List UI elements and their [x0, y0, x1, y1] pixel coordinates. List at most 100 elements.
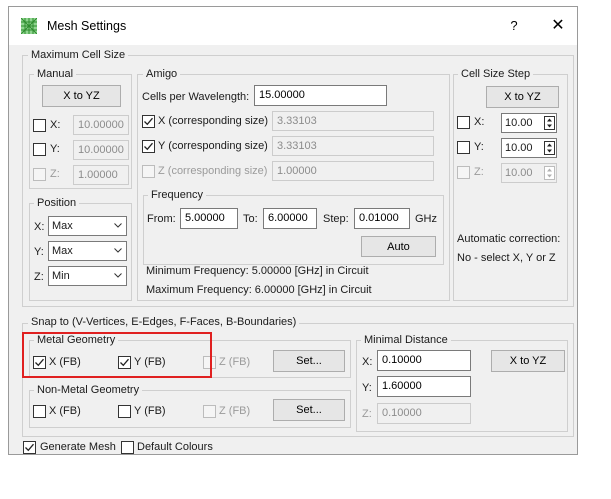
position-x-value: Max: [52, 220, 73, 232]
nonmetal-z-checkbox[interactable]: [203, 405, 216, 418]
step-z-label: Z:: [474, 166, 484, 178]
title-bar: Mesh Settings ? ✕: [9, 7, 577, 45]
freq-to-field[interactable]: 6.00000: [263, 208, 317, 229]
position-y-select[interactable]: Max: [48, 241, 127, 261]
frequency-label: Frequency: [148, 189, 206, 202]
position-y-value: Max: [52, 245, 73, 257]
freq-step-field[interactable]: 0.01000: [354, 208, 410, 229]
spin-arrows-icon: [544, 166, 555, 180]
metal-set-button[interactable]: Set...: [273, 350, 345, 372]
freq-from-label: From:: [147, 213, 176, 225]
step-x-to-yz-button[interactable]: X to YZ: [486, 86, 559, 108]
freq-from-field[interactable]: 5.00000: [180, 208, 238, 229]
manual-z-field[interactable]: 1.00000: [73, 165, 129, 185]
checkmark-icon: [25, 443, 34, 452]
step-y-label: Y:: [474, 141, 484, 153]
amigo-z-field[interactable]: 1.00000: [272, 161, 434, 181]
cells-per-wavelength-label: Cells per Wavelength:: [142, 91, 250, 103]
step-z-checkbox[interactable]: [457, 166, 470, 179]
manual-z-checkbox[interactable]: [33, 168, 46, 181]
freq-unit-label: GHz: [415, 213, 437, 225]
position-z-label: Z:: [34, 271, 44, 283]
chevron-down-icon: [114, 223, 122, 228]
step-y-spinbox[interactable]: 10.00: [501, 138, 557, 158]
close-button[interactable]: ✕: [547, 16, 569, 36]
manual-y-checkbox[interactable]: [33, 143, 46, 156]
cell-size-step-group: [453, 74, 568, 301]
snap-to-label: Snap to (V-Vertices, E-Edges, F-Faces, B…: [28, 316, 300, 329]
generate-mesh-label: Generate Mesh: [40, 441, 116, 453]
manual-y-field[interactable]: 10.00000: [73, 140, 129, 160]
nonmetal-y-label: Y (FB): [134, 405, 166, 417]
cell-size-step-label: Cell Size Step: [458, 68, 534, 81]
step-x-value: 10.00: [505, 117, 533, 129]
nonmetal-z-label: Z (FB): [219, 405, 251, 417]
highlight-box: [22, 332, 212, 378]
nonmetal-x-label: X (FB): [49, 405, 81, 417]
manual-label: Manual: [34, 68, 77, 81]
default-colours-label: Default Colours: [137, 441, 213, 453]
minimal-distance-label: Minimal Distance: [361, 334, 451, 347]
nonmetal-x-checkbox[interactable]: [33, 405, 46, 418]
nonmetal-y-checkbox[interactable]: [118, 405, 131, 418]
manual-x-label: X:: [50, 119, 61, 131]
auto-correction-value: No - select X, Y or Z: [457, 252, 556, 264]
auto-button[interactable]: Auto: [361, 236, 436, 257]
step-x-checkbox[interactable]: [457, 116, 470, 129]
step-y-value: 10.00: [505, 142, 533, 154]
default-colours-checkbox[interactable]: [121, 441, 134, 454]
min-dist-y-field[interactable]: 1.60000: [377, 376, 471, 397]
max-cell-size-label: Maximum Cell Size: [28, 49, 129, 62]
metal-z-label: Z (FB): [219, 356, 251, 368]
checkmark-icon: [144, 142, 153, 151]
amigo-label: Amigo: [143, 68, 181, 81]
chevron-down-icon: [114, 248, 122, 253]
window-title: Mesh Settings: [47, 19, 127, 33]
nonmetal-geometry-label: Non-Metal Geometry: [34, 384, 143, 397]
freq-step-label: Step:: [323, 213, 349, 225]
position-x-select[interactable]: Max: [48, 216, 127, 236]
manual-z-label: Z:: [50, 168, 60, 180]
max-frequency-text: Maximum Frequency: 6.00000 [GHz] in Circ…: [146, 284, 372, 296]
min-dist-x-field[interactable]: 0.10000: [377, 350, 471, 371]
checkmark-icon: [144, 117, 153, 126]
position-z-value: Min: [52, 270, 70, 282]
cells-per-wavelength-field[interactable]: 15.00000: [254, 85, 387, 106]
amigo-z-label: Z (corresponding size): [158, 165, 268, 177]
mesh-settings-dialog: Mesh Settings ? ✕ Maximum Cell Size Manu…: [8, 6, 578, 455]
position-x-label: X:: [34, 221, 45, 233]
amigo-x-checkbox[interactable]: [142, 115, 155, 128]
min-dist-y-label: Y:: [362, 382, 372, 394]
step-x-spinbox[interactable]: 10.00: [501, 113, 557, 133]
nonmetal-set-button[interactable]: Set...: [273, 399, 345, 421]
min-dist-z-field[interactable]: 0.10000: [377, 403, 471, 424]
amigo-x-field[interactable]: 3.33103: [272, 111, 434, 131]
step-z-value: 10.00: [505, 167, 533, 179]
generate-mesh-checkbox[interactable]: [23, 441, 36, 454]
freq-to-label: To:: [243, 213, 258, 225]
amigo-z-checkbox[interactable]: [142, 165, 155, 178]
manual-x-checkbox[interactable]: [33, 119, 46, 132]
position-label: Position: [34, 197, 80, 210]
manual-x-field[interactable]: 10.00000: [73, 115, 129, 135]
spin-arrows-icon[interactable]: [544, 116, 555, 130]
step-z-spinbox[interactable]: 10.00: [501, 163, 557, 183]
min-dist-z-label: Z:: [362, 408, 372, 420]
step-x-label: X:: [474, 116, 485, 128]
mesh-app-icon: [21, 18, 37, 34]
position-y-label: Y:: [34, 246, 44, 258]
min-dist-x-to-yz-button[interactable]: X to YZ: [491, 350, 565, 372]
amigo-y-label: Y (corresponding size): [158, 140, 268, 152]
help-button[interactable]: ?: [503, 16, 525, 36]
spin-arrows-icon[interactable]: [544, 141, 555, 155]
auto-correction-label: Automatic correction:: [457, 233, 561, 245]
chevron-down-icon: [114, 273, 122, 278]
min-frequency-text: Minimum Frequency: 5.00000 [GHz] in Circ…: [146, 265, 369, 277]
amigo-x-label: X (corresponding size): [158, 115, 269, 127]
position-z-select[interactable]: Min: [48, 266, 127, 286]
manual-x-to-yz-button[interactable]: X to YZ: [42, 85, 121, 107]
manual-y-label: Y:: [50, 143, 60, 155]
amigo-y-field[interactable]: 3.33103: [272, 136, 434, 156]
step-y-checkbox[interactable]: [457, 141, 470, 154]
amigo-y-checkbox[interactable]: [142, 140, 155, 153]
